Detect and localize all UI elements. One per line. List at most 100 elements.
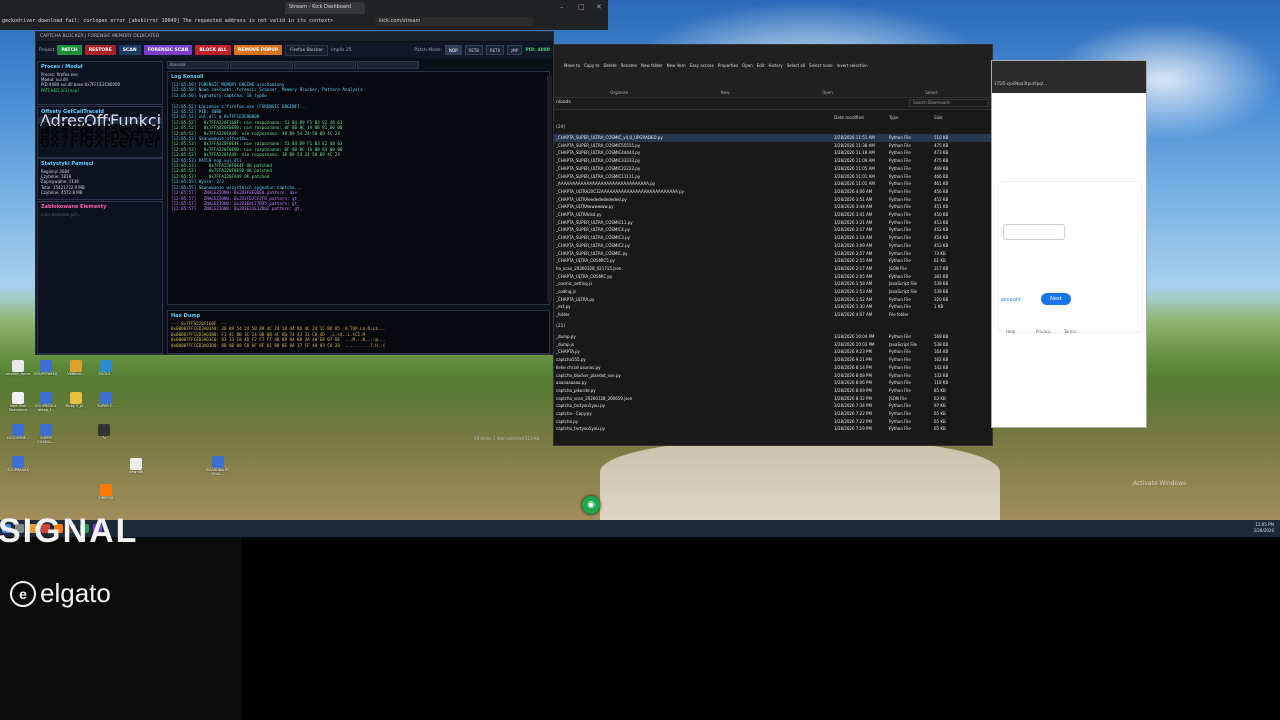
browser-select[interactable]: Firefox Blocker	[285, 44, 329, 56]
file-row[interactable]: _CHAPTA_SUPER_ULTRA_COSMIC22222.py 3/28/2…	[554, 165, 992, 173]
file-row[interactable]: _folder 3/28/2026 4:07 AM File folder	[554, 311, 992, 319]
desktop-icon[interactable]: vicollec_mmm	[6, 360, 30, 386]
ribbon-button[interactable]: History	[769, 63, 783, 68]
tab-blocker[interactable]	[293, 61, 356, 69]
file-row[interactable]: captcha_factyou5you.py 3/28/2026 7:34 PM P…	[554, 402, 992, 410]
patch-button[interactable]: PATCH	[57, 45, 82, 55]
file-row[interactable]: _cosmic_setting.js 3/28/2026 1:58 AM JavaS…	[554, 280, 992, 288]
file-row[interactable]: _CHAPTA_ULTRAeedededededed.py 3/28/2026 3…	[554, 196, 992, 204]
file-row[interactable]: _CHAPTA_ULTRAwwwwww.py 3/28/2026 3:44 AM P…	[554, 203, 992, 211]
obs-float-icon[interactable]: ◉	[582, 496, 600, 514]
minimize-icon[interactable]: –	[560, 3, 564, 11]
search-input[interactable]: Search Downloads	[909, 99, 989, 107]
desktop-icon[interactable]: SUPER F...	[94, 392, 118, 418]
desktop-icon[interactable]: VKWinal...	[64, 360, 88, 386]
forensic-scan-button[interactable]: FORENSIC SCAN	[143, 45, 193, 55]
desktop-icon[interactable]: new file	[124, 458, 148, 484]
offset-row[interactable]: 0x7FFA220FA490xFA49serverCall->GetCa	[38, 132, 162, 151]
file-row[interactable]: _AAAAAAAAAAAAAAAAAAAAAAAAAAAAAAAA.py 3/28…	[554, 180, 992, 188]
address-bar[interactable]: 175/5-cjo/9ksa3tpuhfpq/...	[994, 81, 1094, 86]
file-row[interactable]: _CHAPTA_SUPER_ULTRA_COSMIC3.py 3/28/2026 …	[554, 234, 992, 242]
desktop-icon[interactable]: SUPER COSMIC...	[34, 424, 58, 450]
col-type[interactable]: Type	[889, 115, 899, 120]
patch-mode-ret0[interactable]: RET0	[486, 45, 505, 55]
file-row[interactable]: ha_scan_20260328_021715.json 3/28/2026 2:…	[554, 265, 992, 273]
patch-mode-nop[interactable]: NOP	[444, 45, 462, 55]
file-row[interactable]: _CHAPTA_SUPER_ULTRA_COSMIC2.py 3/28/2026 …	[554, 242, 992, 250]
desktop-icon[interactable]: 7z	[92, 424, 116, 450]
file-row[interactable]: captcha_plkocde.py 3/28/2026 8:09 PM Pytho…	[554, 387, 992, 395]
file-row[interactable]: _CHAPTA_SUPER_ULTRA_COSMIC.py 3/28/2026 2…	[554, 250, 992, 258]
desktop-icon[interactable]: FIREFOX	[94, 484, 118, 510]
desktop-icon[interactable]: LOGOSYNE...	[6, 424, 30, 450]
ribbon-button[interactable]: New folder	[641, 63, 663, 68]
file-row[interactable]: _CHAPTA_SUPER_ULTRA_COSMIC33333.py 3/28/2…	[554, 157, 992, 165]
ribbon-button[interactable]: Easy access	[690, 63, 714, 68]
file-row[interactable]: captcha_blocker_plandot_sve.py 3/28/2026 …	[554, 372, 992, 380]
desktop-icon[interactable]: SOUPSTAREX_ikyosmeniwer...	[34, 360, 58, 386]
ribbon-button[interactable]: Rename	[621, 63, 637, 68]
remove-popup-button[interactable]: REMOVE POPUP	[233, 45, 283, 55]
desktop-icon[interactable]: New Text Document	[6, 392, 30, 418]
file-row[interactable]: captcha_scan_20260328_200659.json 3/28/20…	[554, 395, 992, 403]
file-row[interactable]: _CHAPTA_ULTRA.py 3/28/2026 1:52 AM Python …	[554, 296, 992, 304]
file-row[interactable]: _CHAPTA_ULTRA_COSMIC.py 3/28/2026 2:05 AM…	[554, 273, 992, 281]
desktop-icon[interactable]: SOUPRAXXX	[6, 456, 30, 482]
patch-mode-retb[interactable]: RETB	[464, 45, 484, 55]
file-row[interactable]: _dump.js 3/28/2026 10:03 PM JavaScript Fil…	[554, 341, 992, 349]
scan-button[interactable]: SCAN	[118, 45, 141, 55]
block-all-button[interactable]: BLOCK ALL	[195, 45, 231, 55]
console-log[interactable]: Log Konsoli [12:05:50] FORENSIC MEMORY E…	[167, 71, 550, 305]
file-row[interactable]: _CHAPTA_ULTRAdsd.py 3/28/2026 3:41 AM Pyth…	[554, 211, 992, 219]
file-row[interactable]: Ilehe chciał usunac.py 3/28/2026 8:14 PM P…	[554, 364, 992, 372]
explorer-address-bar[interactable]: nloads Search Downloads	[554, 98, 992, 110]
file-row[interactable]: _CHAPTA.py 3/28/2026 9:23 PM Python File 16…	[554, 348, 992, 356]
ribbon-button[interactable]: New item	[667, 63, 686, 68]
tab-console[interactable]: Konsola	[167, 61, 230, 69]
help-link[interactable]: Help	[1006, 329, 1015, 334]
ribbon-button[interactable]: Invert selection	[837, 63, 868, 68]
privacy-link[interactable]: Privacy	[1036, 329, 1050, 334]
create-account-link[interactable]: account	[1001, 297, 1021, 303]
email-field[interactable]	[1003, 224, 1065, 240]
file-row[interactable]: _CHAPTA_SUPER_ULTRA_COSMIC_v4.0_UPGRADED…	[554, 134, 992, 142]
blocked-list[interactable]: Lista blokowanych...	[38, 212, 162, 217]
file-row[interactable]: _CHAPTA_ULTRA2XC32AAAAAAAAAAAAAAAAAAAAAA…	[554, 188, 992, 196]
file-row[interactable]: captcha_factyou5you.py 3/28/2026 7:19 PM P…	[554, 425, 992, 433]
maximize-icon[interactable]: □	[578, 3, 585, 11]
file-row[interactable]: _CHAPTA_SUPER_ULTRA_COSMIC11111.py 3/28/2…	[554, 173, 992, 181]
file-row[interactable]: captcha555.py 3/28/2026 9:21 PM Python Fil…	[554, 356, 992, 364]
system-tray[interactable]: 12:05 PM 3/28/2026	[1253, 522, 1274, 534]
ribbon-button[interactable]: Select all	[787, 63, 805, 68]
ribbon-button[interactable]: Properties	[718, 63, 738, 68]
file-row[interactable]: _dump.py 3/28/2026 10:04 PM Python File 568…	[554, 333, 992, 341]
next-button[interactable]: Next	[1041, 293, 1071, 305]
address-bar[interactable]: kick.com/stream	[375, 17, 535, 26]
file-row[interactable]: aaaaaaaaaa.py 3/28/2026 8:06 PM Python Fil…	[554, 379, 992, 387]
file-row[interactable]: _coding.js 3/28/2026 1:53 AM JavaScript Fi…	[554, 288, 992, 296]
file-row[interactable]: _ext.py 3/28/2026 1:30 AM Python File 1 KB	[554, 303, 992, 311]
ribbon-button[interactable]: Copy to	[584, 63, 599, 68]
ribbon-button[interactable]: Select none	[809, 63, 833, 68]
terms-link[interactable]: Terms	[1064, 329, 1076, 334]
file-row[interactable]: _CHAPTA_SUPER_ULTRA_COSMIC55555.py 3/28/2…	[554, 142, 992, 150]
desktop-icon[interactable]: Mnay S_pl...	[64, 392, 88, 418]
desktop-icon[interactable]: SOUPREDUL bleep_f...	[34, 392, 58, 418]
patch-mode-jmp[interactable]: JMP	[507, 45, 523, 55]
ribbon-button[interactable]: Open	[742, 63, 753, 68]
ribbon-button[interactable]: Move to	[564, 63, 580, 68]
col-date[interactable]: Date modified	[834, 115, 864, 120]
file-row[interactable]: captcha - Copy.py 3/28/2026 7:22 PM Python…	[554, 410, 992, 418]
desktop-icon[interactable]: TOOLS...	[94, 360, 118, 386]
close-icon[interactable]: ✕	[596, 3, 602, 11]
file-row[interactable]: _CHAPTA_SUPER_ULTRA_COSMIC44444.py 3/28/2…	[554, 149, 992, 157]
desktop-icon[interactable]: BOARDNA PC SOAI...	[206, 456, 230, 482]
browser-tab[interactable]: Stream - Kick Dashboard	[285, 2, 365, 14]
tab-forensic[interactable]	[230, 61, 293, 69]
file-row[interactable]: _CHAPTA_SUPER_ULTRA_COSMIC4.py 3/28/2026 …	[554, 226, 992, 234]
file-row[interactable]: _CHAPTA_ULTRA_COSMIC5.py 3/28/2026 2:55 A…	[554, 257, 992, 265]
restore-button[interactable]: RESTORE	[84, 45, 116, 55]
ribbon-button[interactable]: Edit	[757, 63, 765, 68]
ribbon-button[interactable]: Delete	[603, 63, 616, 68]
col-size[interactable]: Size	[934, 115, 943, 120]
